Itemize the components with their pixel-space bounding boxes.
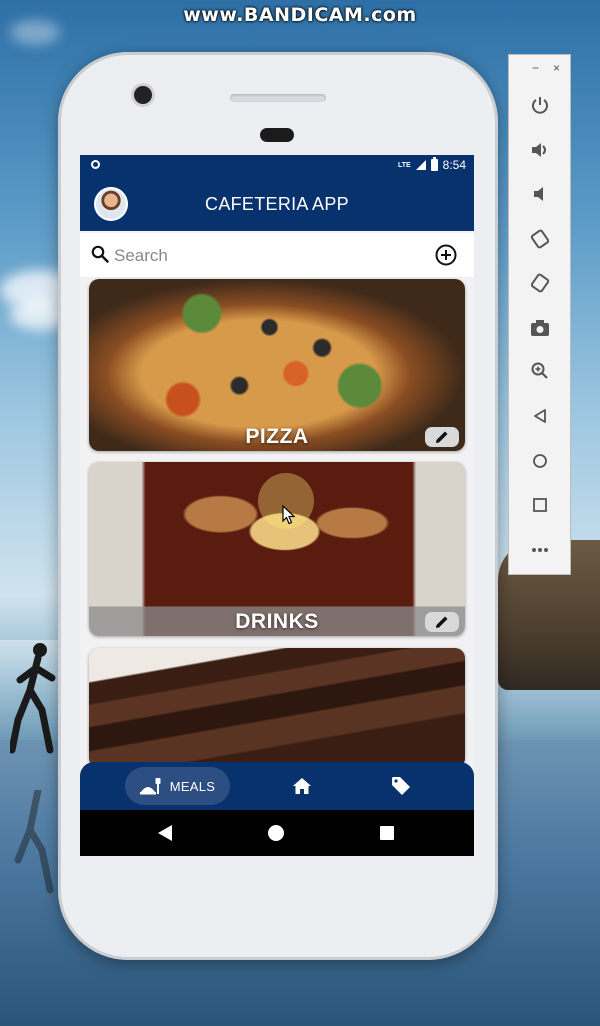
status-indicators: LTE 8:54 (397, 157, 466, 172)
screenshot-button[interactable] (526, 314, 554, 342)
power-button[interactable] (526, 91, 554, 119)
volume-up-button[interactable] (526, 136, 554, 164)
category-label: DRINKS (235, 610, 319, 633)
add-circle-icon[interactable] (434, 243, 458, 267)
window-controls: − × (509, 61, 570, 79)
nav-item-label: MEALS (169, 778, 216, 794)
app-title: CAFETERIA APP (205, 194, 349, 214)
zoom-button[interactable] (526, 357, 554, 385)
mouse-cursor-icon (282, 505, 296, 525)
battery-icon (430, 157, 438, 171)
back-icon (534, 409, 546, 423)
volume-down-button[interactable] (526, 180, 554, 208)
category-card-cake[interactable] (89, 648, 465, 768)
volume-down-icon (534, 187, 543, 201)
runner-silhouette (10, 643, 56, 754)
rotate-left-button[interactable] (526, 225, 554, 253)
overview-icon (533, 498, 547, 512)
tag-icon (392, 777, 410, 795)
zoom-icon (531, 362, 548, 379)
bottom-navigation: MEALS (80, 762, 474, 810)
status-bar: LTE 8:54 (80, 155, 474, 177)
runner-reflection (14, 790, 54, 894)
rotate-left-icon (530, 229, 550, 249)
nav-item-tags[interactable] (389, 774, 413, 798)
meals-icon (139, 778, 161, 795)
search-input[interactable] (112, 242, 416, 270)
edit-button[interactable] (425, 427, 459, 447)
camera-icon (531, 320, 549, 336)
edit-button[interactable] (425, 612, 459, 632)
front-camera (134, 86, 152, 104)
rotate-right-icon (530, 273, 550, 293)
category-card-pizza[interactable]: PIZZA (89, 279, 465, 451)
signal-icon (415, 160, 426, 170)
back-button[interactable] (526, 402, 554, 430)
category-label: PIZZA (245, 425, 309, 448)
top-speaker (230, 94, 326, 102)
close-button[interactable]: × (553, 61, 560, 79)
more-button[interactable] (526, 536, 554, 564)
pencil-icon (436, 431, 448, 443)
home-button[interactable] (526, 447, 554, 475)
recording-watermark: www.BANDICAM.com (183, 4, 417, 26)
home-icon (533, 454, 547, 468)
power-icon (532, 97, 548, 114)
nav-item-home[interactable] (290, 774, 314, 798)
more-icon (532, 548, 548, 552)
app-bar: CAFETERIA APP (80, 177, 474, 231)
notification-icon (91, 160, 100, 169)
home-icon[interactable] (268, 825, 284, 841)
home-icon (293, 778, 311, 794)
network-type: LTE (397, 161, 411, 169)
emulator-toolbar: − × (508, 54, 571, 575)
recent-apps-icon[interactable] (380, 826, 394, 840)
back-icon[interactable] (158, 825, 172, 841)
clock: 8:54 (442, 158, 466, 172)
search-bar (80, 233, 474, 277)
pencil-icon (436, 616, 448, 628)
minimize-button[interactable]: − (532, 61, 539, 79)
system-navigation-bar (80, 810, 474, 856)
overview-button[interactable] (526, 491, 554, 519)
nav-item-meals[interactable]: MEALS (125, 767, 230, 805)
earpiece (260, 128, 294, 142)
volume-up-icon (532, 143, 546, 157)
search-icon (91, 245, 109, 263)
rotate-right-button[interactable] (526, 269, 554, 297)
